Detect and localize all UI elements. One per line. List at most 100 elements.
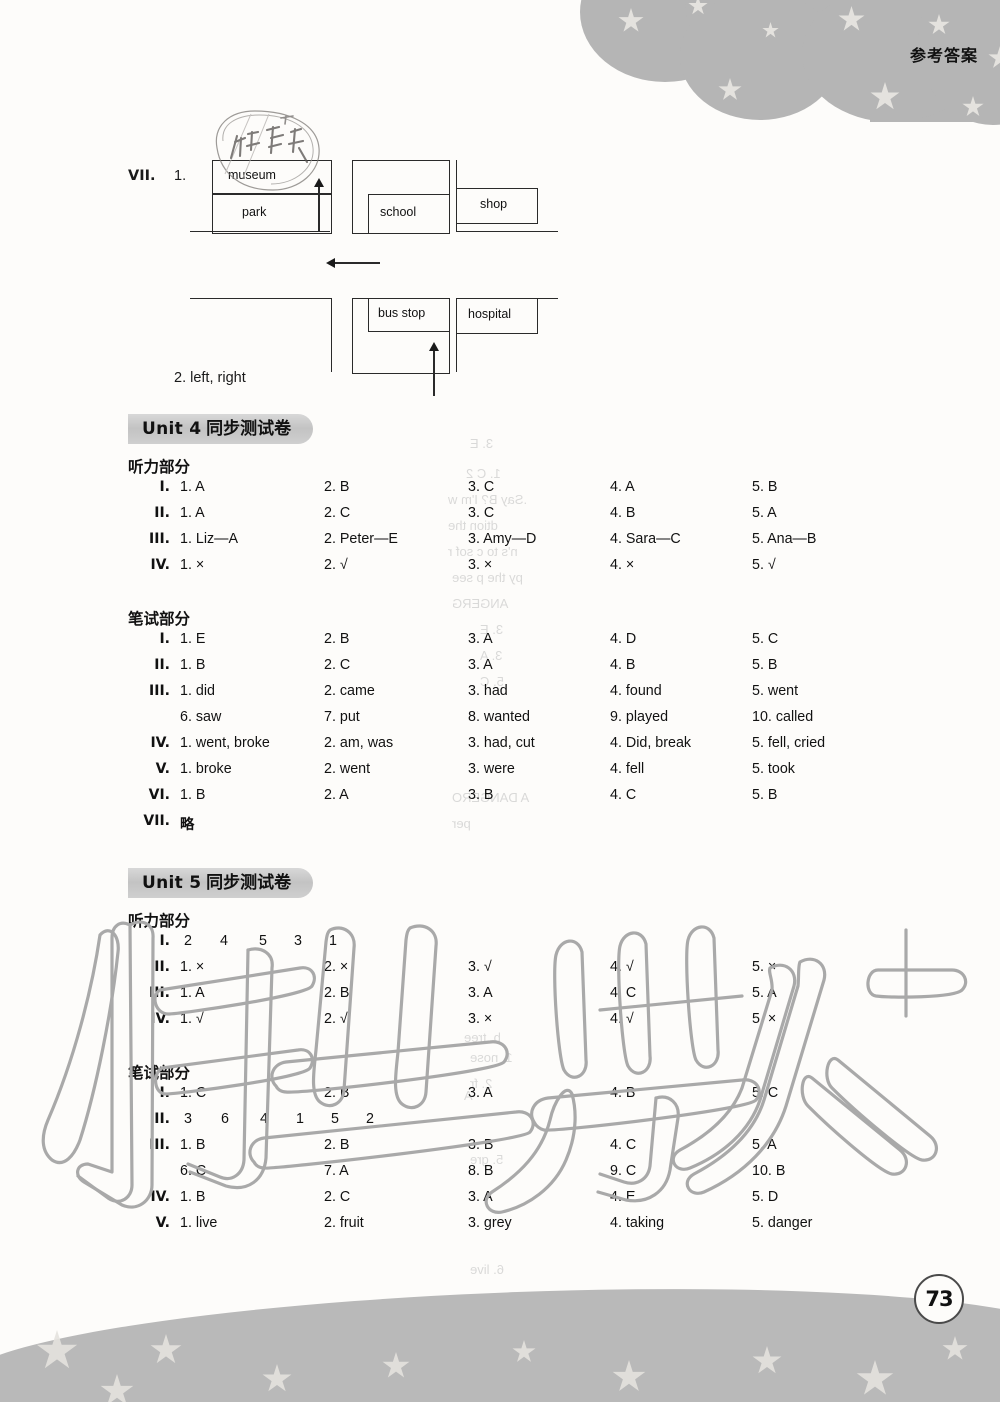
school-label: school [380, 205, 417, 219]
unit-4-listening-title: 听力部分 [128, 458, 191, 476]
answer-cell: 5. danger [752, 1215, 813, 1231]
sequence-item: 1 [296, 1111, 304, 1127]
table-row: III. 1. B 2. B 3. B 4. C 5. A [128, 1137, 948, 1163]
answer-cell: 1. A [180, 505, 205, 521]
answer-cell: 4. √ [610, 1011, 634, 1027]
answer-cell: 5. × [752, 1011, 777, 1027]
table-row: V. 1. broke 2. went 3. were 4. fell 5. t… [128, 761, 948, 787]
table-row: V. 1. live 2. fruit 3. grey 4. taking 5.… [128, 1215, 948, 1241]
row-roman: I. [159, 479, 170, 495]
unit-4-badge: Unit 4 同步测试卷 [128, 414, 314, 444]
answer-cell: 4. D [610, 631, 637, 647]
answer-cell: 1. live [180, 1215, 218, 1231]
street-line-bottom-left-v [331, 298, 333, 372]
answer-cell: 5. × [752, 959, 777, 975]
footer-wave-decoration [0, 1262, 1000, 1402]
answer-cell: 5. D [752, 1189, 779, 1205]
answer-cell: 3. grey [468, 1215, 512, 1231]
row-roman: IV. [150, 1189, 170, 1205]
table-row: III. 1. A 2. B 3. A 4. C 5. A [128, 985, 948, 1011]
question-roman-vii: VII. [128, 168, 156, 184]
answer-cell: 4. Sara—C [610, 531, 681, 547]
table-row: IV. 1. √ 2. √ 3. × 4. √ 5. × [128, 1011, 948, 1037]
unit-4-written-title: 笔试部分 [128, 610, 191, 628]
park-box [212, 194, 332, 234]
answer-cell: 1. A [180, 985, 205, 1001]
row-roman: V. [155, 1215, 170, 1231]
answer-cell: 4. E [610, 1189, 636, 1205]
answer-cell: 4. × [610, 557, 635, 573]
table-row: IV. 1. B 2. C 3. A 4. E 5. D [128, 1189, 948, 1215]
table-row: IV. 1. went, broke 2. am, was 3. had, cu… [128, 735, 948, 761]
table-row: III. 1. Liz—A 2. Peter—E 3. Amy—D 4. Sar… [128, 531, 948, 557]
answer-cell: 3. A [468, 1085, 493, 1101]
answer-cell: 1. Liz—A [180, 531, 239, 547]
answer-cell: 略 [180, 817, 195, 833]
answer-cell: 5. A [752, 505, 777, 521]
answer-cell: 2. B [324, 985, 350, 1001]
answer-cell: 4. A [610, 479, 635, 495]
route-arrow-2-shaft [334, 262, 380, 264]
sequence-item: 3 [184, 1111, 192, 1127]
answer-cell: 3. had, cut [468, 735, 535, 751]
answer-cell: 4. B [610, 657, 636, 673]
answer-cell: 7. put [324, 709, 360, 725]
row-roman: V. [155, 761, 170, 777]
answer-cell: 1. E [180, 631, 206, 647]
answer-cell: 5. A [752, 985, 777, 1001]
sequence-item: 4 [220, 933, 228, 949]
row-roman: IV. [150, 557, 170, 573]
answer-cell: 5. B [752, 657, 778, 673]
unit-5-listening-rows: I. 2 4 5 3 1 II. 1. × 2. × 3. √ 4. √ 5. … [128, 933, 948, 1037]
answer-cell: 5. went [752, 683, 799, 699]
row-roman: II. [154, 1111, 170, 1127]
table-row: VI. 1. B 2. A 3. B 4. C 5. B [128, 787, 948, 813]
unit-4-written-rows: I. 1. E 2. B 3. A 4. D 5. C II. 1. B 2. … [128, 631, 948, 839]
row-roman: I. [159, 1085, 170, 1101]
table-row: IV. 1. × 2. √ 3. × 4. × 5. √ [128, 557, 948, 583]
answer-cell: 9. C [610, 1163, 637, 1179]
unit-section-5: Unit 5 同步测试卷 听力部分 I. 2 4 5 3 1 II. 1. × … [128, 868, 948, 1241]
answer-cell: 2. C [324, 657, 351, 673]
row-roman: III. [149, 985, 170, 1001]
sequence-item: 2 [184, 933, 192, 949]
unit-4-badge-en: Unit 4 [142, 419, 202, 439]
answer-cell: 1. did [180, 683, 215, 699]
street-line-top-left [190, 231, 330, 233]
answer-cell: 1. C [180, 1085, 207, 1101]
sequence-item: 5 [259, 933, 267, 949]
answer-cell: 3. B [468, 1137, 494, 1153]
answer-cell: 4. B [610, 505, 636, 521]
table-row: 6. saw 7. put 8. wanted 9. played 10. ca… [128, 709, 948, 735]
answer-cell: 3. C [468, 479, 495, 495]
bus-stop-label: bus stop [378, 306, 426, 320]
row-roman: III. [149, 683, 170, 699]
route-arrow-1-shaft [318, 186, 320, 232]
answer-cell: 5. took [752, 761, 795, 777]
unit-5-badge-en: Unit 5 [142, 873, 202, 893]
answer-cell: 2. Peter—E [324, 531, 398, 547]
table-row: VII. 略 [128, 813, 948, 839]
answer-cell: 4. Did, break [610, 735, 692, 751]
unit-5-written-title: 笔试部分 [128, 1064, 191, 1082]
answer-cell: 3. √ [468, 959, 492, 975]
table-row: I. 1. C 2. B 3. A 4. B 5. C [128, 1085, 948, 1111]
row-roman: II. [154, 657, 170, 673]
table-row: I. 1. A 2. B 3. C 4. A 5. B [128, 479, 948, 505]
sequence-item: 6 [221, 1111, 229, 1127]
answer-cell: 1. B [180, 787, 206, 803]
row-roman: VII. [143, 813, 170, 829]
answer-cell: 3. C [468, 505, 495, 521]
answer-cell: 7. A [324, 1163, 349, 1179]
sequence-item: 4 [260, 1111, 268, 1127]
row-roman: I. [159, 933, 170, 949]
answer-cell: 3. B [468, 787, 494, 803]
answer-cell: 6. saw [180, 709, 222, 725]
answer-cell: 4. C [610, 787, 637, 803]
answer-cell: 2. fruit [324, 1215, 364, 1231]
route-arrow-2-head [326, 258, 335, 268]
table-row: III. 1. did 2. came 3. had 4. found 5. w… [128, 683, 948, 709]
table-row: I. 2 4 5 3 1 [128, 933, 948, 959]
answer-cell: 3. A [468, 631, 493, 647]
answer-cell: 2. B [324, 1137, 350, 1153]
